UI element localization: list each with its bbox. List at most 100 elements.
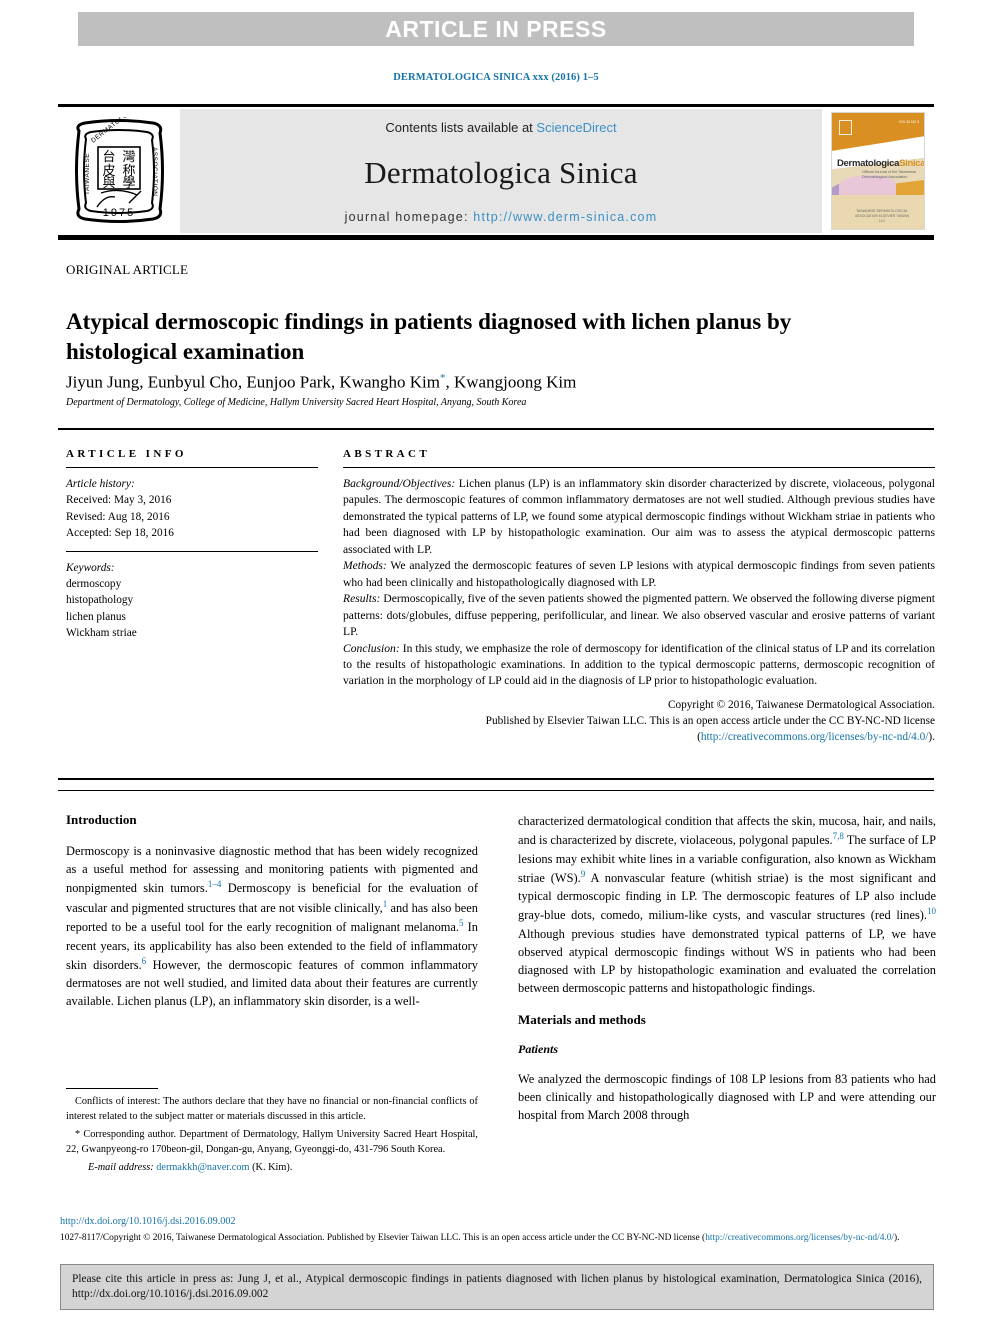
- email-label: E-mail address:: [88, 1162, 157, 1174]
- sciencedirect-link[interactable]: ScienceDirect: [536, 120, 616, 135]
- doi-link-wrapper: http://dx.doi.org/10.1016/j.dsi.2016.09.…: [60, 1216, 236, 1227]
- abstract-heading: ABSTRACT: [343, 448, 431, 460]
- article-info-column: ARTICLE INFO Article history: Received: …: [66, 448, 318, 641]
- email-note: E-mail address: dermakkh@naver.com (K. K…: [66, 1161, 478, 1176]
- abstract-column: ABSTRACT Background/Objectives: Lichen p…: [343, 448, 935, 745]
- keyword-item: Wickham striae: [66, 627, 137, 639]
- footer-copyright: 1027-8117/Copyright © 2016, Taiwanese De…: [60, 1231, 934, 1245]
- article-in-press-banner: ARTICLE IN PRESS: [78, 12, 914, 46]
- abstract-label-methods: Methods:: [343, 559, 387, 573]
- page-title: Atypical dermoscopic findings in patient…: [66, 309, 792, 364]
- abstract-section-results: Results: Dermoscopically, five of the se…: [343, 591, 935, 640]
- header-divider-rule: [58, 428, 934, 430]
- footer-issn-copyright: 1027-8117/Copyright © 2016, Taiwanese De…: [60, 1233, 706, 1243]
- society-logo: 台灣 皮称 與學 1975 TAIWANESE DERMATOLOGICAL A…: [58, 109, 180, 233]
- abstract-copyright-line1: Copyright © 2016, Taiwanese Dermatologic…: [667, 698, 935, 711]
- cover-subtitle: Official Journal of the Taiwanese Dermat…: [862, 169, 917, 179]
- abstract-text-conclusion: In this study, we emphasize the role of …: [343, 641, 935, 688]
- cite-this-article-text: Please cite this article in press as: Ju…: [72, 1273, 922, 1301]
- abstract-section-conclusion: Conclusion: In this study, we emphasize …: [343, 641, 935, 690]
- abstract-license-link[interactable]: http://creativecommons.org/licenses/by-n…: [701, 731, 929, 743]
- cover-footer: TAIWANESE DERMATOLOGICAL ASSOCIATION ELS…: [854, 208, 910, 223]
- keywords-block: Keywords: dermoscopy histopathology lich…: [66, 560, 318, 642]
- author-affiliation: Department of Dermatology, College of Me…: [66, 397, 527, 408]
- author-list: Jiyun Jung, Eunbyul Cho, Eunjoo Park, Kw…: [66, 372, 886, 393]
- journal-cover-thumbnail: VOL 34 NO 3 DermatologicaSinica Official…: [822, 109, 934, 233]
- article-history-label: Article history:: [66, 478, 135, 490]
- abstract-label-results: Results:: [343, 592, 381, 606]
- cover-issue-line: VOL 34 NO 3: [898, 120, 919, 124]
- introduction-continuation-paragraph: characterized dermatological condition t…: [518, 812, 936, 998]
- homepage-label: journal homepage:: [344, 210, 474, 224]
- materials-and-methods-heading: Materials and methods: [518, 1011, 646, 1027]
- contents-list-line: Contents lists available at ScienceDirec…: [385, 120, 616, 135]
- corresponding-author-note: * Corresponding author. Department of De…: [66, 1129, 478, 1155]
- contents-prefix: Contents lists available at: [385, 120, 537, 135]
- abstract-label-conclusion: Conclusion:: [343, 641, 400, 655]
- body-right-column: characterized dermatological condition t…: [518, 812, 936, 1138]
- journal-homepage-line: journal homepage: http://www.derm-sinica…: [345, 210, 658, 224]
- author-email-link[interactable]: dermakkh@naver.com: [156, 1162, 249, 1173]
- reference-marker[interactable]: 7,8: [833, 831, 844, 841]
- history-accepted: Accepted: Sep 18, 2016: [66, 527, 174, 540]
- body-left-column: Introduction Dermoscopy is a noninvasive…: [66, 812, 478, 1025]
- introduction-paragraph: Dermoscopy is a noninvasive diagnostic m…: [66, 842, 478, 1011]
- cover-title-dark: Dermatologica: [837, 158, 900, 169]
- authors-main: Jiyun Jung, Eunbyul Cho, Eunjoo Park, Kw…: [66, 372, 440, 392]
- history-revised: Revised: Aug 18, 2016: [66, 510, 170, 523]
- abstract-section-background: Background/Objectives: Lichen planus (LP…: [343, 476, 935, 558]
- keyword-item: lichen planus: [66, 610, 126, 623]
- abstract-copyright-tail: ).: [928, 730, 935, 743]
- keywords-rule: [66, 550, 318, 552]
- keyword-item: histopathology: [66, 594, 134, 607]
- abstract-copyright: Copyright © 2016, Taiwanese Dermatologic…: [343, 697, 935, 745]
- email-tail: (K. Kim).: [249, 1162, 293, 1174]
- svg-text:TAIWANESE: TAIWANESE: [84, 153, 91, 195]
- keyword-item: dermoscopy: [66, 577, 122, 590]
- footnote-block: Conflicts of interest: The authors decla…: [66, 1088, 478, 1180]
- cont-text-d: Although previous studies have demonstra…: [518, 926, 936, 996]
- patients-subheading: Patients: [518, 1041, 559, 1056]
- abstract-bottom-rule-secondary: [58, 790, 934, 791]
- history-received: Received: May 3, 2016: [66, 494, 172, 507]
- masthead-body: 台灣 皮称 與學 1975 TAIWANESE DERMATOLOGICAL A…: [58, 109, 934, 233]
- conflicts-of-interest-note: Conflicts of interest: The authors decla…: [66, 1096, 478, 1122]
- abstract-section-methods: Methods: We analyzed the dermoscopic fea…: [343, 558, 935, 591]
- authors-tail: , Kwangjoong Kim: [445, 372, 577, 392]
- svg-text:台: 台: [102, 150, 115, 165]
- abstract-body: Background/Objectives: Lichen planus (LP…: [343, 476, 935, 745]
- footnote-rule: [66, 1088, 158, 1089]
- footer-license-tail: ).: [894, 1233, 900, 1243]
- footer-license-link[interactable]: http://creativecommons.org/licenses/by-n…: [705, 1233, 894, 1243]
- reference-marker[interactable]: 1–4: [208, 879, 222, 889]
- svg-text:學: 學: [122, 176, 135, 191]
- cite-this-article-box: Please cite this article in press as: Ju…: [60, 1264, 934, 1310]
- article-info-heading: ARTICLE INFO: [66, 448, 187, 460]
- masthead-top-rule: [58, 104, 934, 107]
- patients-paragraph: We analyzed the dermoscopic findings of …: [518, 1071, 936, 1123]
- article-info-rule: [66, 467, 318, 468]
- svg-text:與: 與: [102, 176, 115, 191]
- reference-marker[interactable]: 10: [927, 906, 936, 916]
- taiwanese-dermatological-association-seal-icon: 台灣 皮称 與學 1975 TAIWANESE DERMATOLOGICAL A…: [71, 117, 167, 225]
- cover-seal-icon: [839, 120, 852, 135]
- journal-masthead: 台灣 皮称 與學 1975 TAIWANESE DERMATOLOGICAL A…: [58, 104, 934, 240]
- article-type-label: ORIGINAL ARTICLE: [66, 262, 189, 277]
- journal-homepage-link[interactable]: http://www.derm-sinica.com: [473, 210, 657, 224]
- keywords-label: Keywords:: [66, 561, 115, 574]
- cover-art: VOL 34 NO 3 DermatologicaSinica Official…: [831, 112, 925, 230]
- svg-text:灣: 灣: [122, 150, 135, 165]
- cover-title-orange: Sinica: [899, 158, 925, 169]
- masthead-bottom-rule: [58, 235, 934, 240]
- article-history-block: Article history: Received: May 3, 2016 R…: [66, 476, 318, 542]
- masthead-center: Contents lists available at ScienceDirec…: [180, 109, 822, 233]
- abstract-text-results: Dermoscopically, five of the seven patie…: [343, 592, 935, 639]
- running-citation: DERMATOLOGICA SINICA xxx (2016) 1–5: [393, 72, 599, 83]
- cover-title: DermatologicaSinica: [837, 158, 925, 169]
- abstract-bottom-rule: [58, 778, 934, 780]
- abstract-rule: [343, 467, 935, 468]
- doi-link[interactable]: http://dx.doi.org/10.1016/j.dsi.2016.09.…: [60, 1216, 236, 1227]
- article-in-press-label: ARTICLE IN PRESS: [385, 15, 607, 42]
- svg-text:ASSOCIATION: ASSOCIATION: [151, 147, 158, 196]
- svg-text:1975: 1975: [103, 207, 135, 219]
